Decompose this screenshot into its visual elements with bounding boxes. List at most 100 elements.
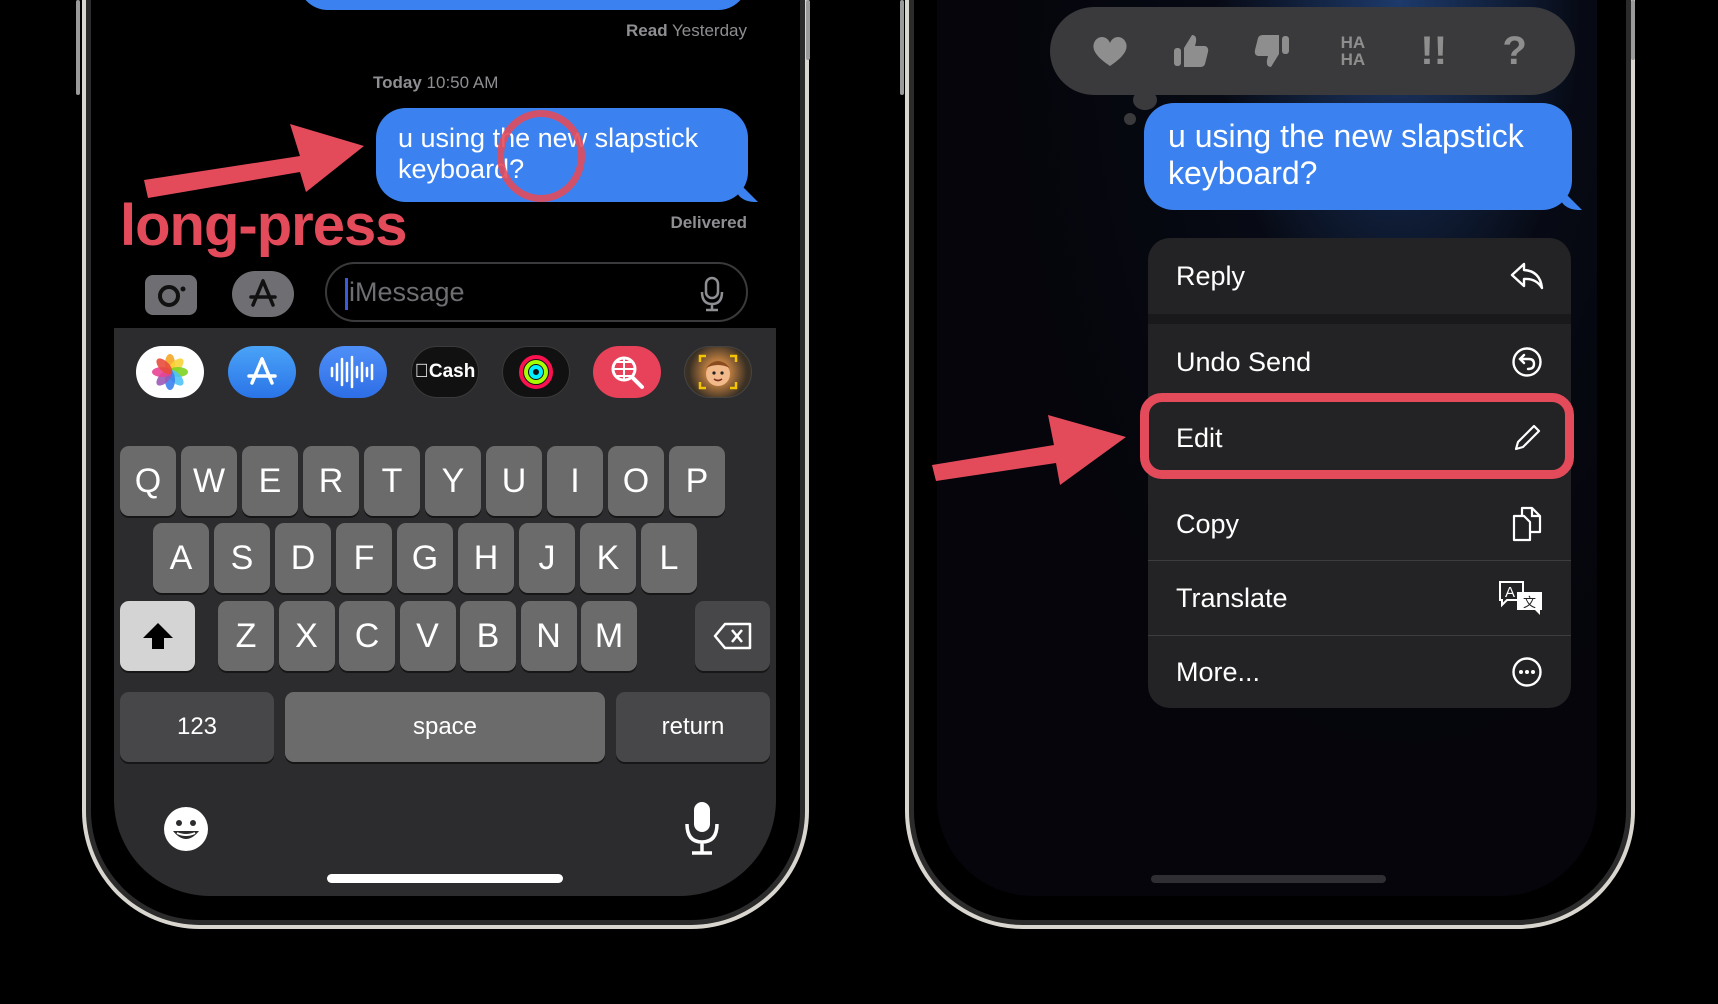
key-b[interactable]: B: [460, 601, 516, 671]
globe-search-icon: [611, 356, 644, 389]
tapback-thumbs-up[interactable]: [1169, 29, 1213, 73]
camera-button[interactable]: [145, 275, 197, 315]
tapback-bar: HA HA !! ?: [1050, 7, 1575, 95]
annotation-arrow-right: [932, 415, 1126, 485]
menu-item-label: Translate: [1176, 582, 1288, 613]
key-z[interactable]: Z: [218, 601, 274, 671]
touch-point-circle: [497, 110, 585, 202]
thumbs-up-icon: [1174, 35, 1209, 67]
key-y[interactable]: Y: [425, 446, 481, 516]
side-button: [900, 0, 904, 95]
waveform-icon: [330, 355, 374, 389]
key-u[interactable]: U: [486, 446, 542, 516]
numbers-key[interactable]: 123: [120, 692, 274, 762]
text-cursor: [345, 278, 348, 310]
app-app-store[interactable]: [228, 346, 296, 398]
key-x[interactable]: X: [278, 601, 335, 671]
timestamp-day: Today: [373, 73, 422, 92]
copy-documents-icon: [1512, 506, 1542, 542]
app-images-search[interactable]: [593, 346, 661, 398]
side-button: [1631, 0, 1635, 60]
message-text: u using the new slapstick keyboard?: [1168, 118, 1524, 192]
camera-icon: [158, 285, 186, 307]
key-c[interactable]: C: [339, 601, 395, 671]
thumbs-down-icon: [1254, 35, 1290, 67]
delete-icon: [713, 622, 751, 650]
selected-message-bubble[interactable]: u using the new slapstick keyboard?: [1144, 103, 1582, 210]
menu-item-translate[interactable]: Translate A文: [1148, 561, 1571, 635]
key-s[interactable]: S: [214, 523, 270, 593]
home-indicator[interactable]: [1151, 875, 1386, 883]
key-m[interactable]: M: [581, 601, 637, 671]
key-i[interactable]: I: [547, 446, 603, 516]
apps-button[interactable]: [232, 271, 294, 317]
menu-item-undo-send[interactable]: Undo Send: [1148, 324, 1571, 400]
shift-icon: [142, 623, 173, 649]
key-p[interactable]: P: [669, 446, 725, 516]
menu-item-reply[interactable]: Reply: [1148, 238, 1571, 314]
menu-item-label: Reply: [1176, 260, 1246, 291]
activity-rings-icon: [519, 355, 553, 389]
tapback-thumbs-down[interactable]: [1250, 29, 1294, 73]
tapback-emphasize[interactable]: !!: [1412, 29, 1456, 73]
key-e[interactable]: E: [242, 446, 298, 516]
tapback-haha[interactable]: HA HA: [1331, 29, 1375, 73]
imessage-input[interactable]: iMessage: [325, 262, 748, 322]
read-time: Yesterday: [672, 21, 747, 40]
svg-text:文: 文: [1523, 595, 1536, 610]
reply-arrow-icon: [1510, 262, 1544, 290]
microphone-icon[interactable]: [700, 276, 724, 312]
translate-icon: A文: [1499, 581, 1542, 615]
double-exclamation-icon: !!: [1420, 28, 1448, 73]
key-a[interactable]: A: [153, 523, 209, 593]
key-n[interactable]: N: [520, 601, 577, 671]
arrow-shape: [932, 415, 1126, 485]
key-l[interactable]: L: [641, 523, 697, 593]
tapback-question[interactable]: ?: [1493, 29, 1537, 73]
emoji-icon[interactable]: [162, 805, 210, 853]
key-g[interactable]: G: [397, 523, 453, 593]
app-photos[interactable]: [136, 346, 204, 398]
read-label: Read: [626, 21, 668, 40]
key-q[interactable]: Q: [120, 446, 176, 516]
read-receipt: Read Yesterday: [626, 21, 747, 41]
app-store-icon: [247, 357, 277, 385]
key-o[interactable]: O: [608, 446, 664, 516]
app-activity[interactable]: [502, 346, 570, 398]
space-key[interactable]: space: [285, 692, 605, 762]
delete-key[interactable]: [695, 601, 770, 671]
input-placeholder: iMessage: [349, 277, 465, 307]
home-indicator[interactable]: [327, 874, 563, 883]
key-f[interactable]: F: [336, 523, 392, 593]
app-memoji[interactable]: [684, 346, 752, 398]
shift-key[interactable]: [120, 601, 195, 671]
menu-item-copy[interactable]: Copy: [1148, 486, 1571, 562]
svg-text:A: A: [1505, 584, 1515, 601]
tapback-heart[interactable]: [1088, 29, 1132, 73]
key-d[interactable]: D: [275, 523, 331, 593]
menu-group-gap: [1148, 314, 1571, 324]
menu-item-label: Undo Send: [1176, 346, 1312, 377]
tapback-bubble-dot: [1133, 90, 1157, 110]
side-button: [806, 0, 810, 60]
dictation-microphone-icon[interactable]: [682, 800, 722, 858]
key-j[interactable]: J: [519, 523, 575, 593]
return-key[interactable]: return: [616, 692, 770, 762]
key-h[interactable]: H: [458, 523, 514, 593]
key-w[interactable]: W: [181, 446, 237, 516]
arrow-shape: [144, 124, 364, 198]
menu-item-more[interactable]: More...: [1148, 636, 1571, 708]
app-apple-cash[interactable]: Cash: [411, 346, 479, 398]
edit-highlight-box: [1140, 393, 1574, 479]
key-v[interactable]: V: [399, 601, 456, 671]
photos-icon: [152, 354, 188, 390]
key-r[interactable]: R: [303, 446, 359, 516]
undo-circle-icon: [1512, 347, 1542, 377]
message-timestamp: Today 10:50 AM: [373, 73, 498, 93]
key-k[interactable]: K: [580, 523, 636, 593]
apple-cash-icon: : [415, 361, 429, 383]
app-audio-message[interactable]: [319, 346, 387, 398]
side-button: [76, 0, 80, 95]
key-t[interactable]: T: [364, 446, 420, 516]
previous-message-bubble[interactable]: [298, 0, 748, 10]
